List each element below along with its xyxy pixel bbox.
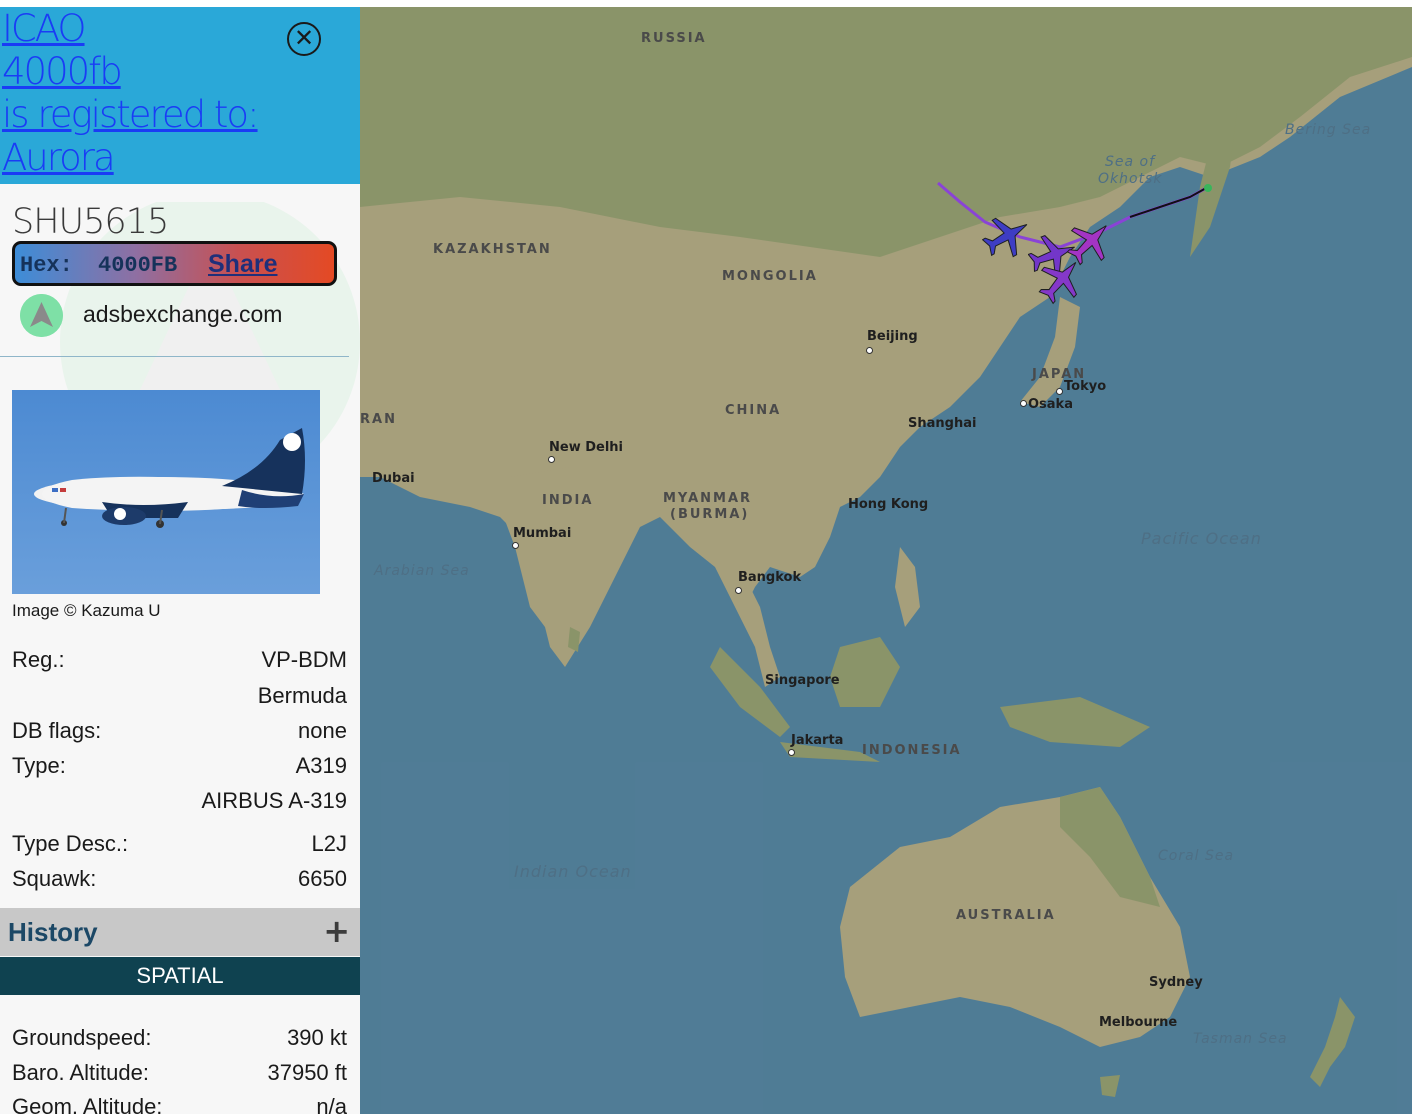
city-dot	[1020, 400, 1027, 407]
map-label-china: CHINA	[725, 403, 782, 418]
map-label-sydney: Sydney	[1149, 975, 1203, 990]
city-dot	[866, 347, 873, 354]
db-flags-row: DB flags: none	[12, 718, 347, 748]
type-label: Type:	[12, 753, 66, 778]
spatial-section-header: SPATIAL	[0, 957, 360, 995]
map-label-hong-kong: Hong Kong	[848, 497, 929, 512]
groundspeed-row: Groundspeed: 390 kt	[12, 1025, 347, 1055]
map-label-singapore: Singapore	[765, 673, 840, 688]
city-dot	[788, 749, 795, 756]
map-label-bering-sea: Bering Sea	[1285, 122, 1372, 138]
aircraft-marker-icon[interactable]	[982, 211, 1032, 261]
aircraft-photo[interactable]	[12, 390, 320, 594]
map-label-australia: AUSTRALIA	[956, 908, 1056, 923]
country-row: Bermuda	[12, 683, 347, 713]
geom-altitude-label: Geom. Altitude:	[12, 1094, 163, 1114]
map-label-tasman-sea: Tasman Sea	[1193, 1031, 1288, 1047]
expand-plus-icon[interactable]: +	[323, 912, 350, 950]
baro-altitude-label: Baro. Altitude:	[12, 1060, 149, 1085]
reg-row: Reg.: VP-BDM	[12, 647, 347, 677]
type-desc-label: Type Desc.:	[12, 831, 129, 856]
map-label-dubai: Dubai	[372, 471, 415, 486]
hex-value: 4000FB	[98, 253, 178, 278]
map-label-kazakhstan: KAZAKHSTAN	[433, 242, 552, 257]
map-label-russia: RUSSIA	[641, 31, 707, 46]
reg-label: Reg.:	[12, 647, 65, 672]
city-dot	[1056, 388, 1063, 395]
map-label-arabian-sea: Arabian Sea	[374, 563, 470, 579]
map-label-tokyo: Tokyo	[1064, 379, 1107, 394]
owner-link[interactable]: Aurora	[0, 136, 360, 179]
aircraft-info-panel: ICAO 4000fb is registered to: Aurora ✕ S…	[0, 7, 360, 1114]
type-name-row: AIRBUS A-319	[12, 788, 347, 818]
divider	[0, 356, 349, 357]
type-value: A319	[295, 753, 347, 778]
history-section-header[interactable]: History +	[0, 908, 360, 956]
map-label-burma: (BURMA)	[670, 507, 750, 522]
country-value: Bermuda	[257, 683, 347, 708]
registered-to-link[interactable]: is registered to:	[0, 93, 360, 136]
map-label-coral-sea: Coral Sea	[1158, 848, 1235, 864]
share-link[interactable]: Share	[208, 250, 277, 279]
map-label-jakarta: Jakarta	[791, 733, 844, 748]
map-label-indian-ocean: Indian Ocean	[514, 862, 632, 881]
map-terrain	[360, 7, 1412, 1097]
map-label-mongolia: MONGOLIA	[722, 269, 818, 284]
map-label-mumbai: Mumbai	[513, 526, 572, 541]
city-dot	[512, 542, 519, 549]
hex-share-bar: Hex: 4000FB Share	[12, 241, 337, 286]
map-label-iran: RAN	[360, 412, 397, 427]
map-label-pacific-ocean: Pacific Ocean	[1141, 529, 1262, 548]
close-icon[interactable]: ✕	[287, 22, 321, 56]
city-dot	[548, 456, 555, 463]
aircraft-photo-airplane-icon	[34, 428, 305, 528]
registration-header: ICAO 4000fb is registered to: Aurora ✕	[0, 7, 360, 184]
geom-altitude-row: Geom. Altitude: n/a	[12, 1094, 347, 1114]
callsign: SHU5615	[12, 202, 169, 242]
db-flags-label: DB flags:	[12, 718, 102, 743]
map-label-beijing: Beijing	[867, 329, 918, 344]
photo-credit: Image © Kazuma U	[12, 601, 161, 620]
map-view[interactable]: RUSSIA KAZAKHSTAN MONGOLIA CHINA JAPAN I…	[360, 7, 1412, 1114]
geom-altitude-value: n/a	[316, 1094, 347, 1114]
city-dot	[735, 587, 742, 594]
adsbexchange-logo-icon[interactable]	[20, 294, 63, 337]
adsbexchange-link[interactable]: adsbexchange.com	[83, 301, 282, 328]
map-label-myanmar: MYANMAR	[663, 491, 753, 506]
baro-altitude-row: Baro. Altitude: 37950 ft	[12, 1060, 347, 1090]
squawk-row: Squawk: 6650	[12, 866, 347, 896]
type-desc-row: Type Desc.: L2J	[12, 831, 347, 861]
map-label-indonesia: INDONESIA	[862, 743, 962, 758]
history-label: History	[8, 917, 98, 947]
type-row: Type: A319	[12, 753, 347, 783]
type-name-value: AIRBUS A-319	[201, 788, 347, 813]
groundspeed-value: 390 kt	[287, 1025, 347, 1050]
aircraft-marker-icon[interactable]	[1065, 217, 1115, 267]
reg-value: VP-BDM	[261, 647, 347, 672]
map-label-sea-of-okhotsk: Sea of	[1105, 154, 1156, 170]
map-label-shanghai: Shanghai	[908, 416, 977, 431]
map-label-india: INDIA	[542, 493, 594, 508]
map-label-new-delhi: New Delhi	[549, 440, 624, 455]
db-flags-value: none	[298, 718, 347, 743]
squawk-label: Squawk:	[12, 866, 97, 891]
map-label-bangkok: Bangkok	[738, 570, 802, 585]
icao-code-link[interactable]: 4000fb	[0, 50, 360, 93]
groundspeed-label: Groundspeed:	[12, 1025, 152, 1050]
map-label-melbourne: Melbourne	[1099, 1015, 1178, 1030]
squawk-value: 6650	[298, 866, 347, 891]
map-label-osaka: Osaka	[1028, 397, 1073, 412]
hex-label: Hex:	[20, 253, 73, 278]
map-label-sea-of-okhotsk-2: Okhotsk	[1098, 171, 1163, 187]
baro-altitude-value: 37950 ft	[267, 1060, 347, 1085]
type-desc-value: L2J	[311, 831, 347, 856]
